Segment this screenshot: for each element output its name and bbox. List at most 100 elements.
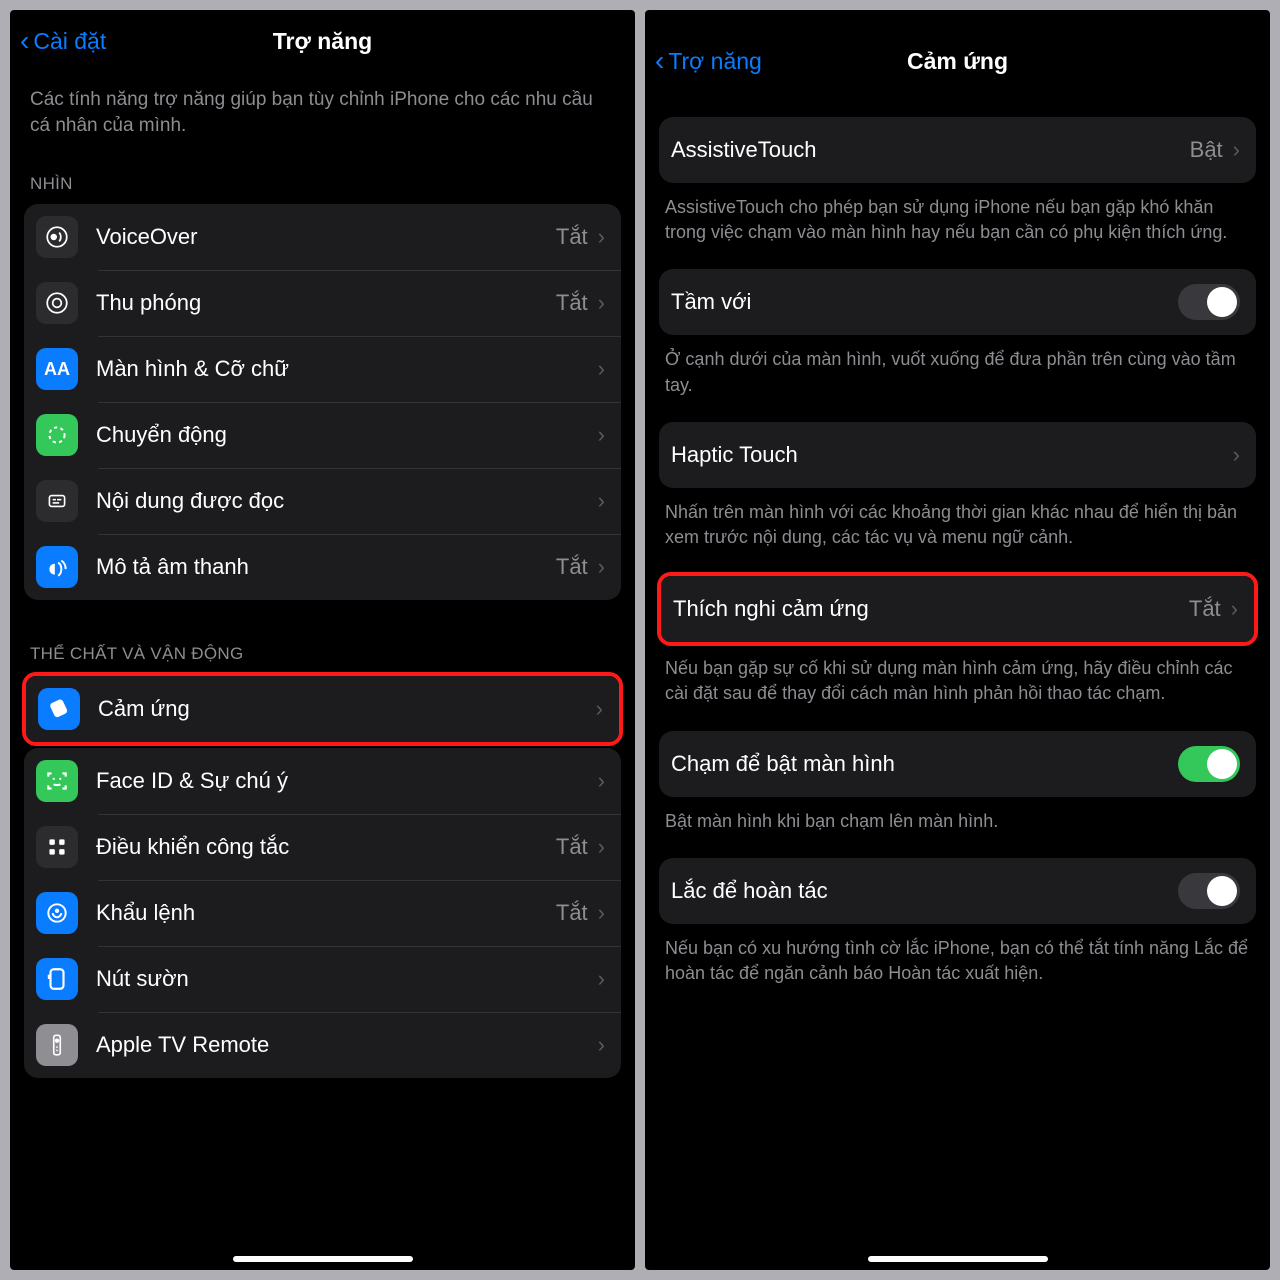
- chevron-left-icon: ‹: [655, 47, 664, 75]
- row-label: Tầm với: [671, 289, 1178, 315]
- chevron-right-icon: ›: [598, 900, 605, 926]
- accom-desc: Nếu bạn gặp sự cố khi sử dụng màn hình c…: [659, 644, 1256, 730]
- row-zoom[interactable]: Thu phóng Tắt ›: [24, 270, 621, 336]
- highlight-touch: Cảm ứng ›: [22, 672, 623, 746]
- chevron-right-icon: ›: [1231, 596, 1238, 622]
- row-appletv[interactable]: Apple TV Remote ›: [24, 1012, 621, 1078]
- back-button[interactable]: ‹ Cài đặt: [20, 28, 106, 55]
- back-label: Trợ năng: [668, 48, 762, 75]
- section-header-motor: THỂ CHẤT VÀ VẬN ĐỘNG: [24, 636, 621, 674]
- row-value: Tắt: [556, 224, 588, 250]
- row-shake-undo[interactable]: Lắc để hoàn tác: [659, 858, 1256, 924]
- screen-accessibility: ‹ Cài đặt Trợ năng Các tính năng trợ năn…: [10, 10, 635, 1270]
- group-reachability: Tầm với: [659, 269, 1256, 335]
- chevron-right-icon: ›: [598, 554, 605, 580]
- row-value: Tắt: [556, 554, 588, 580]
- group-haptic: Haptic Touch ›: [659, 422, 1256, 488]
- group-vision: VoiceOver Tắt › Thu phóng Tắt › AA Màn h…: [24, 204, 621, 600]
- row-label: Mô tả âm thanh: [96, 554, 556, 580]
- row-switch-control[interactable]: Điều khiển công tắc Tắt ›: [24, 814, 621, 880]
- chevron-right-icon: ›: [1233, 137, 1240, 163]
- row-touch-accom[interactable]: Thích nghi cảm ứng Tắt ›: [661, 576, 1254, 642]
- row-voice-control[interactable]: Khẩu lệnh Tắt ›: [24, 880, 621, 946]
- chevron-right-icon: ›: [596, 696, 603, 722]
- row-side-button[interactable]: Nút sườn ›: [24, 946, 621, 1012]
- appletv-remote-icon: [36, 1024, 78, 1066]
- row-value: Tắt: [556, 834, 588, 860]
- row-label: Nội dung được đọc: [96, 488, 598, 514]
- assistive-desc: AssistiveTouch cho phép bạn sử dụng iPho…: [659, 183, 1256, 269]
- chevron-right-icon: ›: [598, 488, 605, 514]
- row-reachability[interactable]: Tầm với: [659, 269, 1256, 335]
- group-assistive: AssistiveTouch Bật ›: [659, 117, 1256, 183]
- chevron-right-icon: ›: [1233, 442, 1240, 468]
- row-faceid[interactable]: Face ID & Sự chú ý ›: [24, 748, 621, 814]
- row-touch[interactable]: Cảm ứng ›: [26, 676, 619, 742]
- row-assistivetouch[interactable]: AssistiveTouch Bật ›: [659, 117, 1256, 183]
- row-label: Khẩu lệnh: [96, 900, 556, 926]
- screen-touch: ‹ Trợ năng Cảm ứng AssistiveTouch Bật › …: [645, 10, 1270, 1270]
- intro-text: Các tính năng trợ năng giúp bạn tùy chỉn…: [24, 69, 621, 166]
- motion-icon: [36, 414, 78, 456]
- group-motor: Face ID & Sự chú ý › Điều khiển công tắc…: [24, 748, 621, 1078]
- touch-icon: [38, 688, 80, 730]
- group-shake: Lắc để hoàn tác: [659, 858, 1256, 924]
- row-label: Màn hình & Cỡ chữ: [96, 356, 598, 382]
- chevron-right-icon: ›: [598, 1032, 605, 1058]
- haptic-desc: Nhấn trên màn hình với các khoảng thời g…: [659, 488, 1256, 574]
- navbar: ‹ Trợ năng Cảm ứng: [645, 30, 1270, 89]
- reachability-toggle[interactable]: [1178, 284, 1240, 320]
- row-label: Haptic Touch: [671, 442, 1233, 468]
- row-voiceover[interactable]: VoiceOver Tắt ›: [24, 204, 621, 270]
- row-label: Thích nghi cảm ứng: [673, 596, 1189, 622]
- reach-desc: Ở cạnh dưới của màn hình, vuốt xuống để …: [659, 335, 1256, 421]
- chevron-right-icon: ›: [598, 224, 605, 250]
- chevron-left-icon: ‹: [20, 27, 29, 55]
- voiceover-icon: [36, 216, 78, 258]
- row-spoken[interactable]: Nội dung được đọc ›: [24, 468, 621, 534]
- tapwake-toggle[interactable]: [1178, 746, 1240, 782]
- back-button[interactable]: ‹ Trợ năng: [655, 48, 762, 75]
- chevron-right-icon: ›: [598, 966, 605, 992]
- spoken-content-icon: [36, 480, 78, 522]
- home-indicator[interactable]: [868, 1256, 1048, 1262]
- row-label: Chạm để bật màn hình: [671, 751, 1178, 777]
- row-label: VoiceOver: [96, 224, 556, 250]
- row-label: Cảm ứng: [98, 696, 596, 722]
- row-label: AssistiveTouch: [671, 137, 1190, 163]
- text-size-icon: AA: [36, 348, 78, 390]
- highlight-touch-accom: Thích nghi cảm ứng Tắt ›: [657, 572, 1258, 646]
- chevron-right-icon: ›: [598, 290, 605, 316]
- navbar: ‹ Cài đặt Trợ năng: [10, 10, 635, 69]
- row-tap-to-wake[interactable]: Chạm để bật màn hình: [659, 731, 1256, 797]
- chevron-right-icon: ›: [598, 768, 605, 794]
- faceid-icon: [36, 760, 78, 802]
- row-label: Apple TV Remote: [96, 1032, 598, 1058]
- switch-control-icon: [36, 826, 78, 868]
- voice-control-icon: [36, 892, 78, 934]
- chevron-right-icon: ›: [598, 834, 605, 860]
- row-value: Tắt: [556, 290, 588, 316]
- audio-description-icon: [36, 546, 78, 588]
- back-label: Cài đặt: [33, 28, 106, 55]
- side-button-icon: [36, 958, 78, 1000]
- row-display[interactable]: AA Màn hình & Cỡ chữ ›: [24, 336, 621, 402]
- row-label: Điều khiển công tắc: [96, 834, 556, 860]
- home-indicator[interactable]: [233, 1256, 413, 1262]
- row-audio-desc[interactable]: Mô tả âm thanh Tắt ›: [24, 534, 621, 600]
- row-motion[interactable]: Chuyển động ›: [24, 402, 621, 468]
- row-label: Lắc để hoàn tác: [671, 878, 1178, 904]
- shake-desc: Nếu bạn có xu hướng tình cờ lắc iPhone, …: [659, 924, 1256, 994]
- tapwake-desc: Bật màn hình khi bạn chạm lên màn hình.: [659, 797, 1256, 858]
- row-label: Nút sườn: [96, 966, 598, 992]
- row-label: Chuyển động: [96, 422, 598, 448]
- row-value: Tắt: [556, 900, 588, 926]
- section-header-vision: NHÌN: [24, 166, 621, 204]
- zoom-icon: [36, 282, 78, 324]
- row-haptic-touch[interactable]: Haptic Touch ›: [659, 422, 1256, 488]
- row-value: Tắt: [1189, 596, 1221, 622]
- row-label: Thu phóng: [96, 290, 556, 316]
- chevron-right-icon: ›: [598, 356, 605, 382]
- row-value: Bật: [1190, 137, 1223, 163]
- shake-toggle[interactable]: [1178, 873, 1240, 909]
